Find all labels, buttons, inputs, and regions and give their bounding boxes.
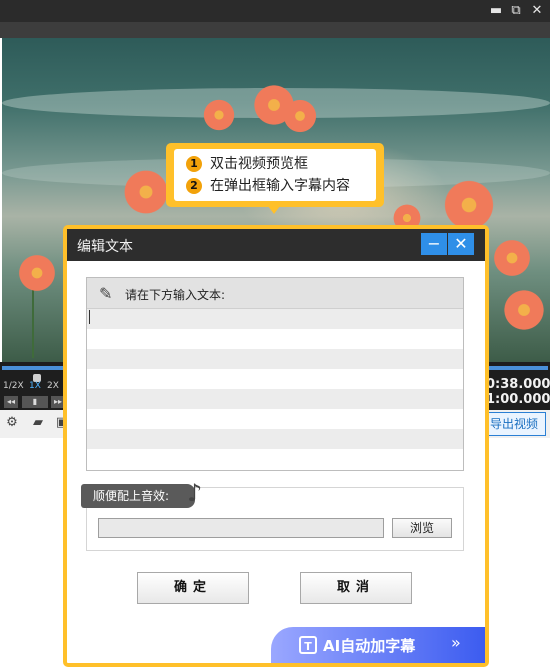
- text-line: [87, 329, 463, 349]
- play-icon[interactable]: ▮: [22, 396, 48, 408]
- step-number: 1: [186, 156, 202, 172]
- minimize-icon[interactable]: ▬: [486, 0, 506, 22]
- text-caret: [89, 310, 90, 324]
- flower-decoration: [282, 98, 318, 134]
- text-line: [87, 369, 463, 389]
- hint-arrow-icon: [268, 206, 280, 214]
- flower-decoration: [442, 178, 496, 232]
- hint-body: 1 双击视频预览框 2 在弹出框输入字幕内容: [174, 149, 376, 201]
- flower-decoration: [202, 98, 236, 132]
- rewind-icon[interactable]: ◂◂: [4, 396, 18, 408]
- text-line: [87, 449, 463, 469]
- text-line: [87, 349, 463, 369]
- music-note-icon: ♪: [187, 479, 203, 507]
- current-time: 0:38.000: [486, 377, 550, 392]
- browse-button[interactable]: 浏览: [392, 518, 452, 538]
- hint-step-2: 2 在弹出框输入字幕内容: [186, 176, 350, 196]
- hint-bubble: 1 双击视频预览框 2 在弹出框输入字幕内容: [166, 143, 384, 207]
- ai-subtitle-button[interactable]: T AI自动加字幕 »: [271, 627, 485, 663]
- flower-decoration: [492, 238, 532, 278]
- edit-icon: ✎: [99, 284, 113, 303]
- export-video-button[interactable]: 导出视频: [482, 412, 546, 436]
- folder-icon[interactable]: ▰: [30, 414, 46, 432]
- speed-half[interactable]: 1/2X: [3, 381, 24, 391]
- sound-effect-panel: 顺便配上音效: ♪ 浏览: [81, 479, 464, 551]
- step-number: 2: [186, 178, 202, 194]
- sound-path-field[interactable]: [98, 518, 384, 538]
- text-prompt: 请在下方输入文本:: [125, 288, 226, 302]
- text-line: [87, 309, 463, 329]
- cancel-button[interactable]: 取消: [300, 572, 412, 604]
- double-chevron-right-icon: »: [451, 633, 461, 652]
- text-area-header: ✎ 请在下方输入文本:: [87, 278, 463, 309]
- close-icon[interactable]: ✕: [448, 233, 474, 255]
- close-icon[interactable]: ✕: [527, 0, 547, 22]
- flower-decoration: [502, 288, 546, 332]
- text-tool-icon: T: [299, 636, 317, 654]
- speed-normal[interactable]: 1X: [29, 381, 41, 391]
- ai-subtitle-label: AI自动加字幕: [323, 637, 416, 655]
- settings-icon[interactable]: ⚙: [4, 414, 20, 432]
- hint-step-1-text: 双击视频预览框: [210, 156, 308, 172]
- minimize-icon[interactable]: −: [421, 233, 447, 255]
- toolbar-strip: [0, 22, 550, 38]
- dialog-title-bar: 编辑文本 − ✕: [67, 229, 485, 261]
- restore-icon[interactable]: ⧉: [506, 0, 526, 22]
- edit-text-dialog: 编辑文本 − ✕ ✎ 请在下方输入文本: 顺便配上音效: ♪ 浏览 确定 取消 …: [63, 225, 489, 667]
- hint-step-2-text: 在弹出框输入字幕内容: [210, 178, 350, 194]
- text-line: [87, 409, 463, 429]
- subtitle-text-area[interactable]: ✎ 请在下方输入文本:: [86, 277, 464, 471]
- speed-double[interactable]: 2X: [47, 381, 59, 391]
- text-line: [87, 389, 463, 409]
- window-title-bar: ▬ ⧉ ✕: [0, 0, 550, 22]
- dialog-title: 编辑文本: [77, 239, 133, 255]
- text-line: [87, 429, 463, 449]
- flower-decoration: [122, 168, 170, 216]
- flower-decoration: [17, 253, 57, 293]
- hint-step-1: 1 双击视频预览框: [186, 154, 308, 174]
- ok-button[interactable]: 确定: [137, 572, 249, 604]
- total-time: 1:00.000: [486, 392, 550, 407]
- sound-effect-label: 顺便配上音效:: [81, 484, 196, 508]
